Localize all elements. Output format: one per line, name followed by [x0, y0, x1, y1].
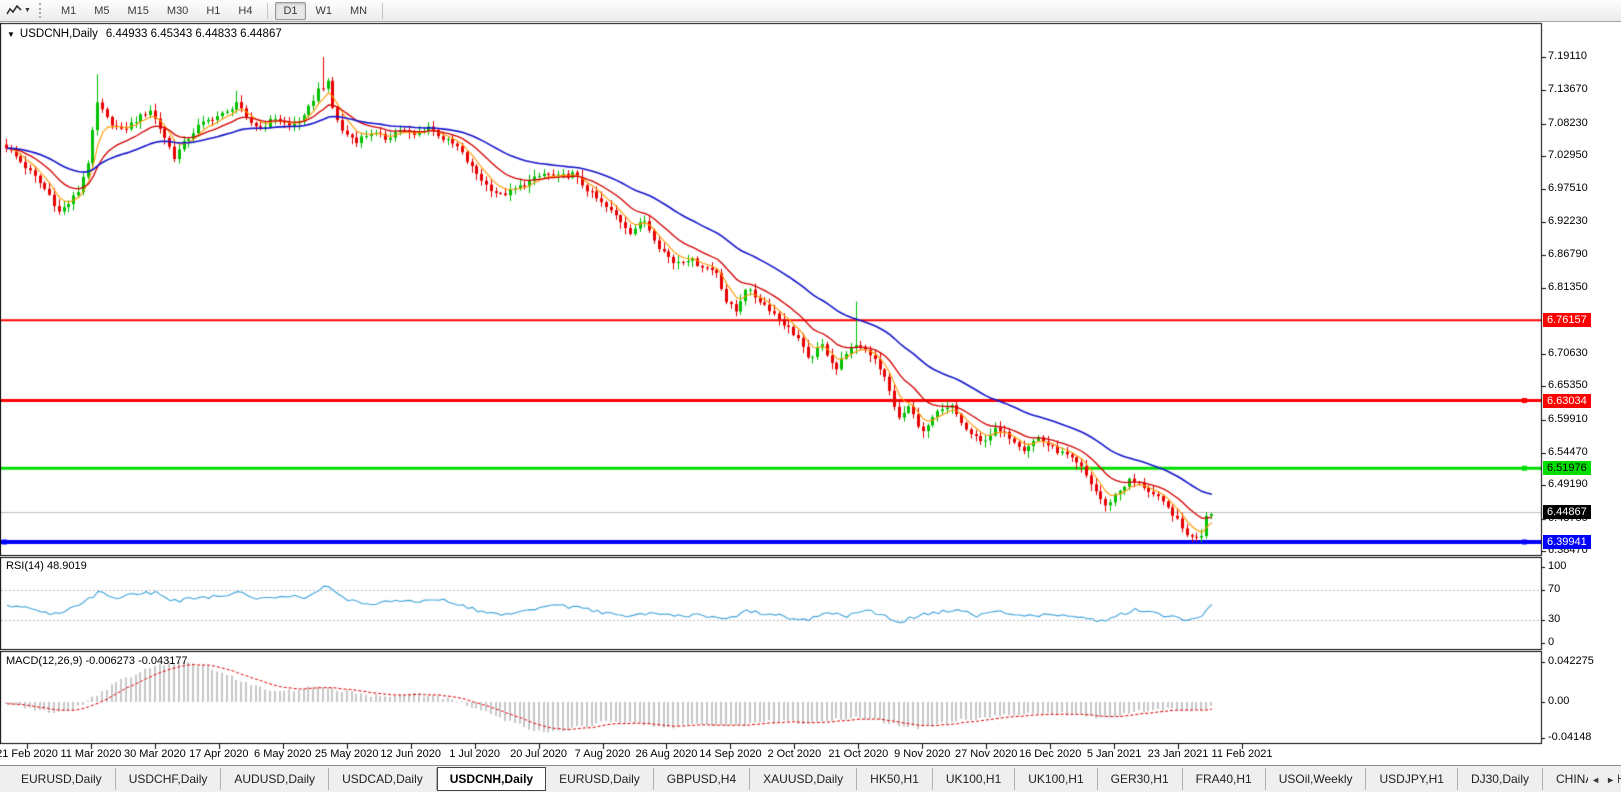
- chart-tab-xauusd-daily[interactable]: XAUUSD,Daily: [750, 768, 857, 790]
- timeframe-button-m5[interactable]: M5: [86, 2, 117, 20]
- chart-tab-gbpusd-h4[interactable]: GBPUSD,H4: [654, 768, 750, 790]
- chart-tab-dj30-daily[interactable]: DJ30,Daily: [1458, 768, 1543, 790]
- timeframe-button-d1[interactable]: D1: [275, 2, 305, 20]
- chart-tab-usdcnh-daily[interactable]: USDCNH,Daily: [437, 767, 546, 791]
- chart-tab-usdcad-daily[interactable]: USDCAD,Daily: [329, 768, 437, 790]
- timeframe-button-h4[interactable]: H4: [230, 2, 260, 20]
- time-axis-tick-label: 23 Jan 2021: [1148, 748, 1209, 760]
- timeframe-button-w1[interactable]: W1: [308, 2, 341, 20]
- rsi-scale-label: 70: [1548, 583, 1560, 595]
- time-axis-tick-label: 7 Aug 2020: [575, 748, 631, 760]
- chart-tab-audusd-daily[interactable]: AUDUSD,Daily: [221, 768, 329, 790]
- price-axis-tick-label: 7.19110: [1548, 50, 1587, 62]
- chart-title: ▼ USDCNH,Daily 6.44933 6.45343 6.44833 6…: [7, 28, 282, 40]
- chart-tab-ger30-h1[interactable]: GER30,H1: [1098, 768, 1183, 790]
- chart-title-symbol: USDCNH,Daily: [20, 28, 98, 40]
- time-axis-tick-label: 12 Jun 2020: [380, 748, 441, 760]
- price-axis-tick-label: 6.54470: [1548, 446, 1588, 458]
- tab-scroll-right-button[interactable]: ►: [1606, 775, 1615, 785]
- chart-tab-bar: EURUSD,DailyUSDCHF,DailyAUDUSD,DailyUSDC…: [0, 765, 1621, 792]
- toolbar-separator: [267, 3, 268, 19]
- macd-label: MACD(12,26,9) -0.006273 -0.043177: [6, 655, 188, 667]
- price-axis-tick-label: 7.02950: [1548, 149, 1588, 161]
- toolbar-separator: [382, 3, 383, 19]
- rsi-scale-label: 100: [1548, 560, 1566, 572]
- rsi-label: RSI(14) 48.9019: [6, 560, 87, 572]
- price-axis-tick-label: 6.70630: [1548, 347, 1588, 359]
- time-axis-tick-label: 21 Feb 2020: [0, 748, 58, 760]
- tab-scroll-left-button[interactable]: ◄: [1591, 775, 1600, 785]
- price-axis-tick-label: 6.97510: [1548, 182, 1588, 194]
- price-badge: 6.76157: [1543, 313, 1591, 327]
- time-axis-tick-label: 11 Mar 2020: [60, 748, 121, 760]
- chart-icon[interactable]: [6, 4, 22, 18]
- time-axis-tick-label: 16 Dec 2020: [1019, 748, 1081, 760]
- chart-tabs: EURUSD,DailyUSDCHF,DailyAUDUSD,DailyUSDC…: [8, 767, 1621, 791]
- time-axis-tick-label: 30 Mar 2020: [124, 748, 186, 760]
- timeframe-button-m30[interactable]: M30: [159, 2, 196, 20]
- tab-scroll-arrows: ◄ ►: [1588, 766, 1618, 792]
- rsi-scale-label: 30: [1548, 613, 1560, 625]
- chart-tab-eurusd-daily[interactable]: EURUSD,Daily: [546, 768, 654, 790]
- timeframe-button-mn[interactable]: MN: [342, 2, 375, 20]
- price-axis-tick-label: 6.92230: [1548, 215, 1588, 227]
- time-axis-tick-label: 1 Jul 2020: [449, 748, 500, 760]
- time-axis-tick-label: 14 Sep 2020: [699, 748, 761, 760]
- symbol-caret-icon[interactable]: ▼: [7, 30, 15, 39]
- chart-tab-hk50-h1[interactable]: HK50,H1: [857, 768, 933, 790]
- price-badge: 6.39941: [1543, 535, 1591, 549]
- time-axis-tick-label: 21 Oct 2020: [828, 748, 888, 760]
- chart-tab-fra40-h1[interactable]: FRA40,H1: [1183, 768, 1266, 790]
- chart-title-ohlc: 6.44933 6.45343 6.44833 6.44867: [106, 28, 282, 40]
- macd-scale-label: -0.04148: [1548, 731, 1591, 743]
- price-axis-tick-label: 6.86790: [1548, 248, 1588, 260]
- price-axis-tick-label: 7.08230: [1548, 117, 1588, 129]
- chart-tab-usoil-weekly[interactable]: USOil,Weekly: [1266, 768, 1367, 790]
- price-badge: 6.51976: [1543, 461, 1591, 475]
- time-axis-tick-label: 20 Jul 2020: [510, 748, 567, 760]
- chart-tab-usdchf-daily[interactable]: USDCHF,Daily: [116, 768, 222, 790]
- time-axis-tick-label: 27 Nov 2020: [955, 748, 1017, 760]
- price-badge: 6.63034: [1543, 394, 1591, 408]
- timeframe-button-m1[interactable]: M1: [53, 2, 84, 20]
- rsi-scale-label: 0: [1548, 636, 1554, 648]
- chart-tab-uk100-h1[interactable]: UK100,H1: [933, 768, 1015, 790]
- price-axis-tick-label: 6.59910: [1548, 413, 1588, 425]
- macd-scale-label: 0.00: [1548, 695, 1569, 707]
- time-axis-tick-label: 6 May 2020: [254, 748, 311, 760]
- timeframe-button-h1[interactable]: H1: [198, 2, 228, 20]
- chart-tab-uk100-h1[interactable]: UK100,H1: [1015, 768, 1097, 790]
- time-axis-tick-label: 26 Aug 2020: [636, 748, 698, 760]
- toolbar-grip[interactable]: [39, 3, 44, 18]
- time-axis-tick-label: 5 Jan 2021: [1087, 748, 1141, 760]
- time-axis-tick-label: 9 Nov 2020: [894, 748, 950, 760]
- macd-scale-label: 0.042275: [1548, 655, 1594, 667]
- price-axis-tick-label: 6.49190: [1548, 478, 1588, 490]
- timeframe-button-m15[interactable]: M15: [120, 2, 157, 20]
- timeframe-toolbar: ▼ M1M5M15M30H1H4 D1W1MN: [0, 0, 1621, 22]
- chart-zigzag-icon: [6, 4, 22, 18]
- price-axis-tick-label: 6.65350: [1548, 379, 1588, 391]
- chart-tab-eurusd-daily[interactable]: EURUSD,Daily: [8, 768, 116, 790]
- price-chart-canvas[interactable]: [0, 0, 1621, 792]
- time-axis-tick-label: 2 Oct 2020: [767, 748, 821, 760]
- trading-terminal-window: ▼ M1M5M15M30H1H4 D1W1MN ▼ USDCNH,Daily 6.…: [0, 0, 1621, 792]
- time-axis-tick-label: 25 May 2020: [315, 748, 379, 760]
- timeframe-buttons: M1M5M15M30H1H4 D1W1MN: [52, 2, 389, 20]
- price-axis-tick-label: 6.81350: [1548, 281, 1588, 293]
- price-badge: 6.44867: [1543, 505, 1591, 519]
- time-axis-tick-label: 17 Apr 2020: [189, 748, 248, 760]
- price-axis-tick-label: 7.13670: [1548, 83, 1588, 95]
- chart-tab-usdjpy-h1[interactable]: USDJPY,H1: [1366, 768, 1457, 790]
- time-axis-tick-label: 11 Feb 2021: [1212, 748, 1273, 760]
- dropdown-caret-icon[interactable]: ▼: [24, 7, 31, 14]
